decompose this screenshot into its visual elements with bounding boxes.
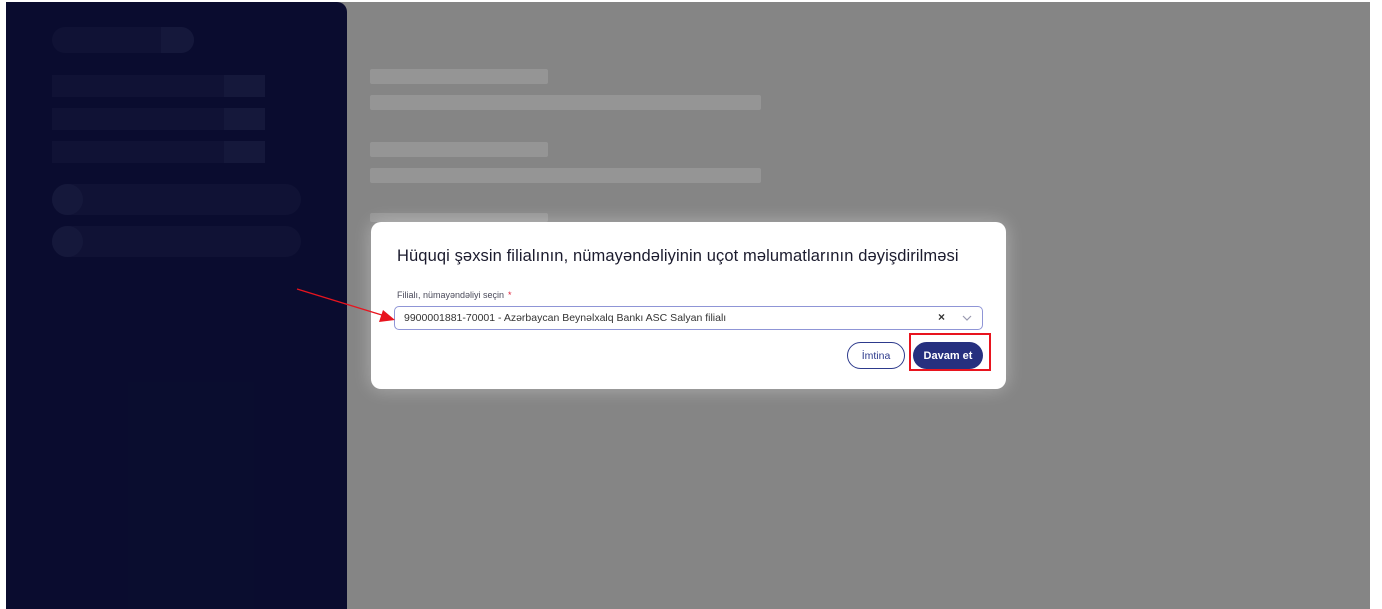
content-skeleton xyxy=(370,69,548,84)
required-marker: * xyxy=(508,290,512,300)
branch-select[interactable]: 9900001881-70001 - Azərbaycan Beynəlxalq… xyxy=(394,306,983,330)
continue-button[interactable]: Davam et xyxy=(913,342,983,369)
chevron-down-icon[interactable] xyxy=(961,312,973,324)
close-icon[interactable]: × xyxy=(938,310,945,324)
modal-title: Hüquqi şəxsin filialının, nümayəndəliyin… xyxy=(397,247,959,265)
branch-select-value: 9900001881-70001 - Azərbaycan Beynəlxalq… xyxy=(404,312,727,324)
branch-field-label-text: Filialı, nümayəndəliyi seçin xyxy=(397,290,505,300)
cancel-button[interactable]: İmtina xyxy=(847,342,905,369)
change-branch-modal: Hüquqi şəxsin filialının, nümayəndəliyin… xyxy=(371,222,1006,389)
content-skeleton xyxy=(370,95,761,110)
content-skeleton xyxy=(370,142,548,157)
branch-field-label: Filialı, nümayəndəliyi seçin * xyxy=(397,290,512,300)
content-skeleton xyxy=(370,213,548,222)
content-skeleton xyxy=(370,168,761,183)
